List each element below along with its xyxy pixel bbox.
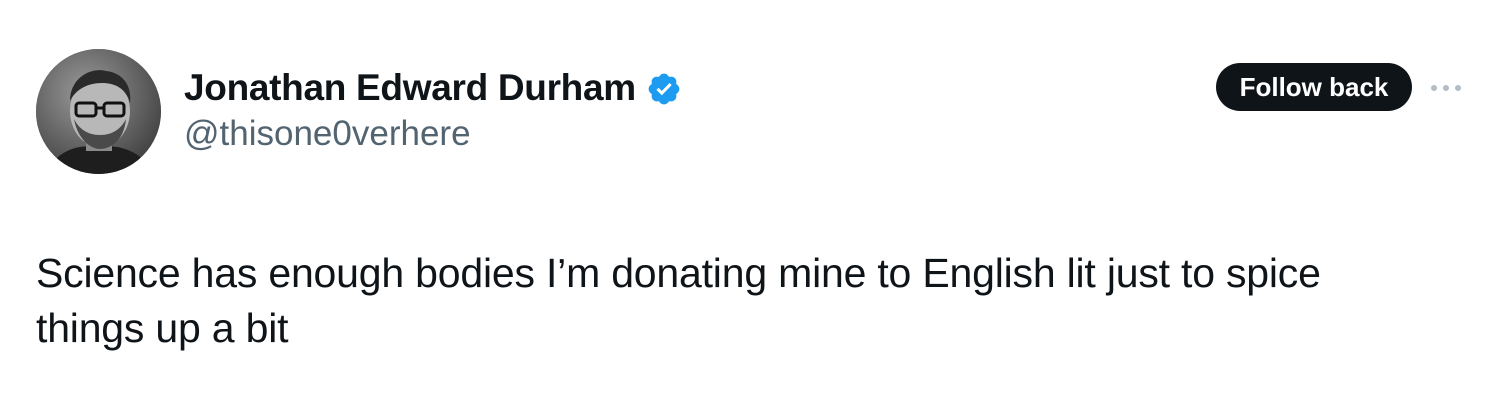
tweet-card: Jonathan Edward Durham @thisone0verhere … xyxy=(0,0,1491,418)
author-handle[interactable]: @thisone0verhere xyxy=(184,114,471,154)
tweet-text: Science has enough bodies I’m donating m… xyxy=(36,250,1321,351)
follow-back-button[interactable]: Follow back xyxy=(1216,63,1412,111)
author-display-name[interactable]: Jonathan Edward Durham xyxy=(184,67,636,109)
author-name-row: Jonathan Edward Durham xyxy=(184,66,682,110)
avatar-image xyxy=(36,49,161,174)
verified-badge-icon[interactable] xyxy=(646,71,682,107)
avatar[interactable] xyxy=(36,49,161,174)
more-horizontal-icon[interactable] xyxy=(1430,76,1462,100)
